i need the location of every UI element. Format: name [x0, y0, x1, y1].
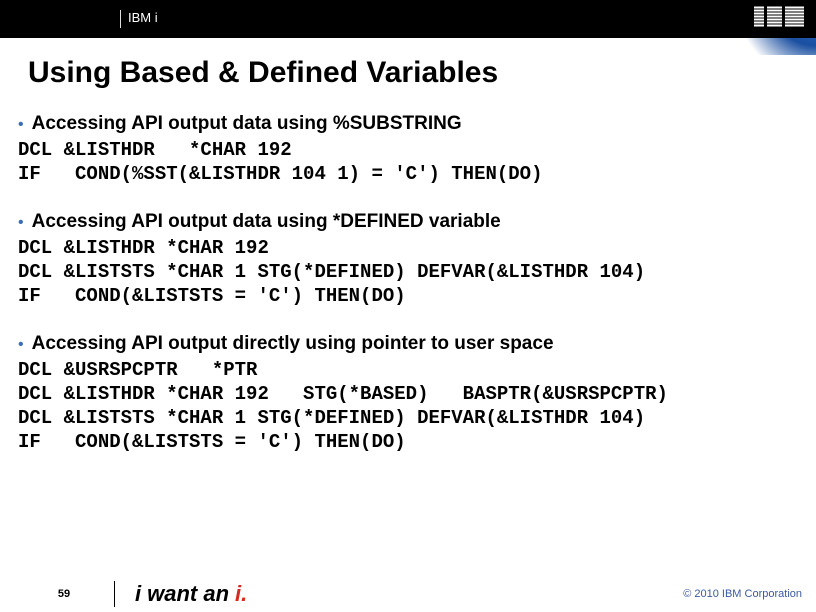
- slide: IBM i Using Based & Defined Variabl: [0, 0, 816, 612]
- code-block-1: DCL &LISTHDR *CHAR 192 IF COND(%SST(&LIS…: [18, 138, 798, 186]
- bullet-icon: •: [18, 114, 24, 136]
- bullet-line-3: • Accessing API output directly using po…: [18, 332, 798, 356]
- ibm-logo-svg: [754, 7, 804, 27]
- ibm-logo: [754, 7, 804, 32]
- code-block-3: DCL &USRSPCPTR *PTR DCL &LISTHDR *CHAR 1…: [18, 358, 798, 454]
- page-number: 59: [14, 588, 114, 600]
- bullet-line-2: • Accessing API output data using *DEFIN…: [18, 210, 798, 234]
- footer: 59 i want an i. © 2010 IBM Corporation: [0, 576, 816, 612]
- section-1: • Accessing API output data using %SUBST…: [18, 112, 798, 186]
- footer-divider: [114, 581, 115, 607]
- slide-content: • Accessing API output data using %SUBST…: [18, 110, 798, 562]
- bullet-icon: •: [18, 334, 24, 356]
- topbar-divider: [120, 10, 121, 28]
- topbar: IBM i: [0, 0, 816, 38]
- bullet-icon: •: [18, 212, 24, 234]
- section-2: • Accessing API output data using *DEFIN…: [18, 210, 798, 308]
- bullet-text-2: Accessing API output data using *DEFINED…: [32, 210, 501, 234]
- bullet-text-1: Accessing API output data using %SUBSTRI…: [32, 112, 462, 136]
- product-label: IBM i: [128, 10, 158, 25]
- slide-title: Using Based & Defined Variables: [28, 56, 498, 90]
- copyright: © 2010 IBM Corporation: [683, 588, 802, 600]
- tagline: i want an i.: [135, 581, 247, 607]
- tagline-mid: want an: [147, 581, 229, 607]
- section-3: • Accessing API output directly using po…: [18, 332, 798, 454]
- tagline-i1: i: [135, 581, 141, 607]
- tagline-i2: i.: [235, 581, 247, 607]
- bullet-text-3: Accessing API output directly using poin…: [32, 332, 554, 356]
- bullet-line-1: • Accessing API output data using %SUBST…: [18, 112, 798, 136]
- code-block-2: DCL &LISTHDR *CHAR 192 DCL &LISTSTS *CHA…: [18, 236, 798, 308]
